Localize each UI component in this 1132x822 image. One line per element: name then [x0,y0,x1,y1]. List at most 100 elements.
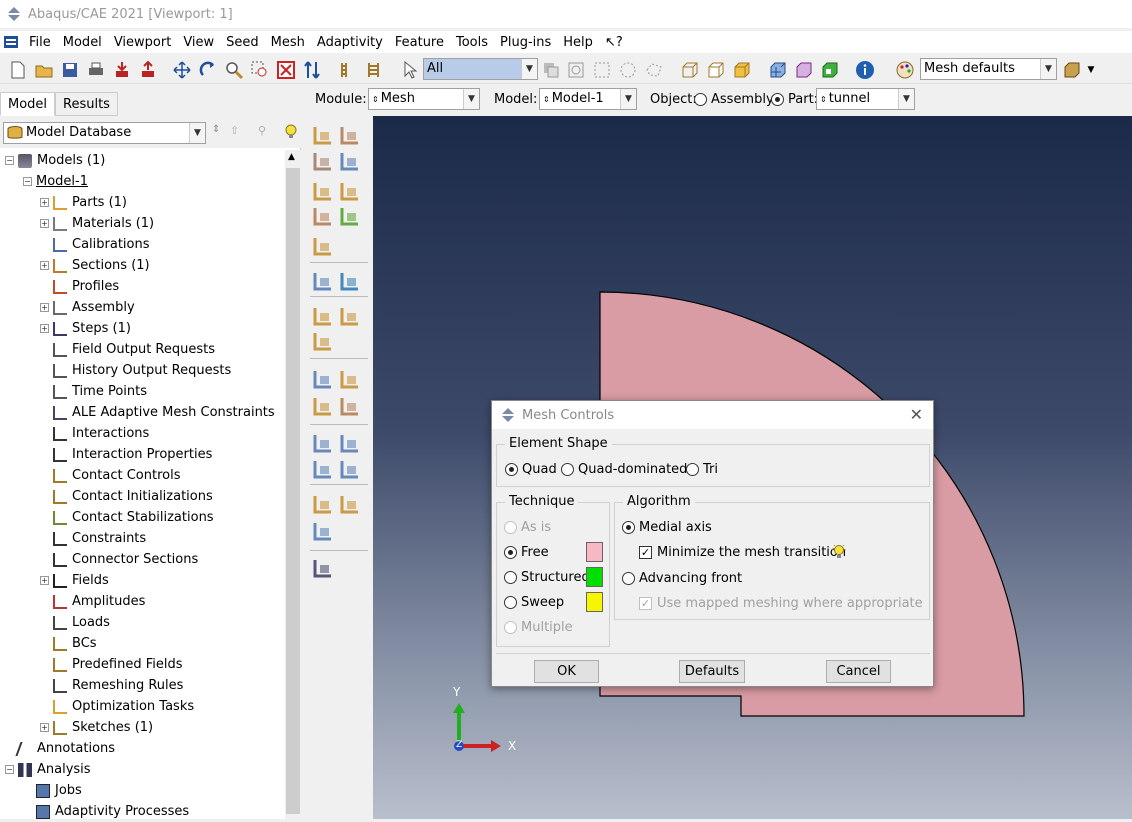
medial-axis-radio[interactable]: Medial axis [622,520,712,535]
close-icon[interactable]: ✕ [910,405,923,424]
menu-seed[interactable]: Seed [220,35,265,50]
selection-options-icon[interactable] [541,60,561,80]
rotate-icon[interactable] [198,60,218,80]
tree-item-sketches[interactable]: + Sketches (1) [40,717,153,738]
model-select[interactable]: ⇕ Model-1 ▼ [539,88,637,110]
expand-icon[interactable]: + [40,303,49,312]
module-select[interactable]: ⇕ Mesh ▼ [368,88,480,110]
auto-fit-icon[interactable] [276,60,296,80]
new-file-icon[interactable] [8,60,28,80]
part-radio[interactable]: Part: [771,92,818,107]
sketch-icon[interactable] [312,520,338,544]
scroll-up-icon[interactable]: ▲ [288,152,295,162]
expand-icon[interactable]: + [40,576,49,585]
color-code-select[interactable]: Mesh defaults ▼ [920,58,1057,80]
tree-item-history-output-requests[interactable]: History Output Requests [40,360,231,381]
select-cursor-icon[interactable] [400,60,420,80]
tree-item-constraints[interactable]: Constraints [40,528,146,549]
color-cube-icon[interactable] [1062,60,1082,80]
menu-tools[interactable]: Tools [450,35,494,50]
part-select[interactable]: ⇕ tunnel ▼ [816,88,915,110]
lightbulb-icon[interactable] [831,544,847,560]
tree-filter-icon[interactable]: ⚲ [258,124,274,140]
datum-point-icon[interactable] [312,432,338,456]
tree-item-steps[interactable]: + Steps (1) [40,318,131,339]
tree-item-materials[interactable]: + Materials (1) [40,213,154,234]
repair-icon[interactable] [312,493,338,517]
model-database-select[interactable]: Model Database ▼ [3,122,206,144]
query-icon[interactable] [312,368,338,392]
as-is-radio[interactable]: As is [504,520,551,535]
expand-icon[interactable]: + [40,198,49,207]
assign-element-type-icon[interactable] [312,180,338,204]
edit-mesh-icon[interactable] [312,330,338,354]
mesh-controls-icon[interactable] [339,180,365,204]
mesh-part-icon[interactable] [312,150,338,174]
menu-file[interactable]: File [23,35,57,50]
expand-collapse-icon[interactable]: ⇕ [212,124,220,135]
scroll-thumb[interactable] [286,168,300,814]
seed-part-icon[interactable] [312,124,338,148]
export-icon[interactable] [138,60,158,80]
lightbulb-icon[interactable] [283,124,299,140]
import-icon[interactable] [112,60,132,80]
app-menu-icon[interactable] [3,35,19,49]
tree-item-contact-stabilizations[interactable]: Contact Stabilizations [40,507,214,528]
expand-icon[interactable]: + [40,324,49,333]
ok-button[interactable]: OK [534,660,599,683]
tree-item-contact-controls[interactable]: Contact Controls [40,465,180,486]
mesh-display-icon[interactable] [768,60,788,80]
pan-icon[interactable] [172,60,192,80]
replace-all-icon[interactable] [364,60,384,80]
structured-radio[interactable]: Structured [504,570,590,585]
mesh-refine-icon[interactable] [312,270,338,294]
tab-results[interactable]: Results [55,92,118,116]
cancel-button[interactable]: Cancel [826,660,891,683]
tree-item-calibrations[interactable]: Calibrations [40,234,150,255]
mesh-stack-icon[interactable] [312,235,338,259]
expand-icon[interactable]: + [40,723,49,732]
info-icon[interactable] [855,60,875,80]
tree-item-field-output-requests[interactable]: Field Output Requests [40,339,215,360]
merge-icon[interactable] [339,493,365,517]
datum-csys-icon[interactable] [339,458,365,482]
menu-plugins[interactable]: Plug-ins [494,35,557,50]
menu-help[interactable]: Help [557,35,599,50]
color-palette-icon[interactable] [895,60,915,80]
cycle-views-icon[interactable] [302,60,322,80]
datum-axis-icon[interactable] [339,432,365,456]
expand-icon[interactable]: + [40,219,49,228]
tools-icon[interactable] [312,557,338,581]
tree-analysis[interactable]: − Analysis [5,759,91,780]
menu-mesh[interactable]: Mesh [265,35,311,50]
context-help-icon[interactable]: ↖? [599,35,629,50]
chevron-down-icon[interactable]: ▼ [1084,60,1098,80]
mesh-color-icon[interactable] [820,60,840,80]
tree-item-ale-adaptive-mesh-constraints[interactable]: ALE Adaptive Mesh Constraints [40,402,275,423]
quad-dominated-radio[interactable]: Quad-dominated [561,462,687,477]
tree-item-predefined-fields[interactable]: Predefined Fields [40,654,183,675]
multiple-radio[interactable]: Multiple [504,620,573,635]
tree-item-sections[interactable]: + Sections (1) [40,255,150,276]
menu-feature[interactable]: Feature [389,35,450,50]
replace-selected-icon[interactable] [338,60,358,80]
selection-filter-select[interactable]: All ▼ [423,58,538,80]
quad-radio[interactable]: Quad [505,462,557,477]
box-zoom-icon[interactable] [250,60,270,80]
select-circle-icon[interactable] [618,60,638,80]
seed-edges-icon[interactable] [339,124,365,148]
tree-item-time-points[interactable]: Time Points [40,381,147,402]
collapse-icon[interactable]: − [5,765,14,774]
zoom-icon[interactable] [224,60,244,80]
partition-face-icon[interactable] [339,368,365,392]
tree-item-interaction-properties[interactable]: Interaction Properties [40,444,212,465]
tree-item-profiles[interactable]: Profiles [40,276,119,297]
tree-item-interactions[interactable]: Interactions [40,423,149,444]
collapse-icon[interactable]: − [23,177,32,186]
mesh-region-icon[interactable] [339,150,365,174]
tree-item-parts[interactable]: + Parts (1) [40,192,127,213]
edit-nodes-icon[interactable] [339,305,365,329]
virtual-topology-icon[interactable] [339,395,365,419]
free-radio[interactable]: Free [504,545,549,560]
tree-item-contact-initializations[interactable]: Contact Initializations [40,486,213,507]
